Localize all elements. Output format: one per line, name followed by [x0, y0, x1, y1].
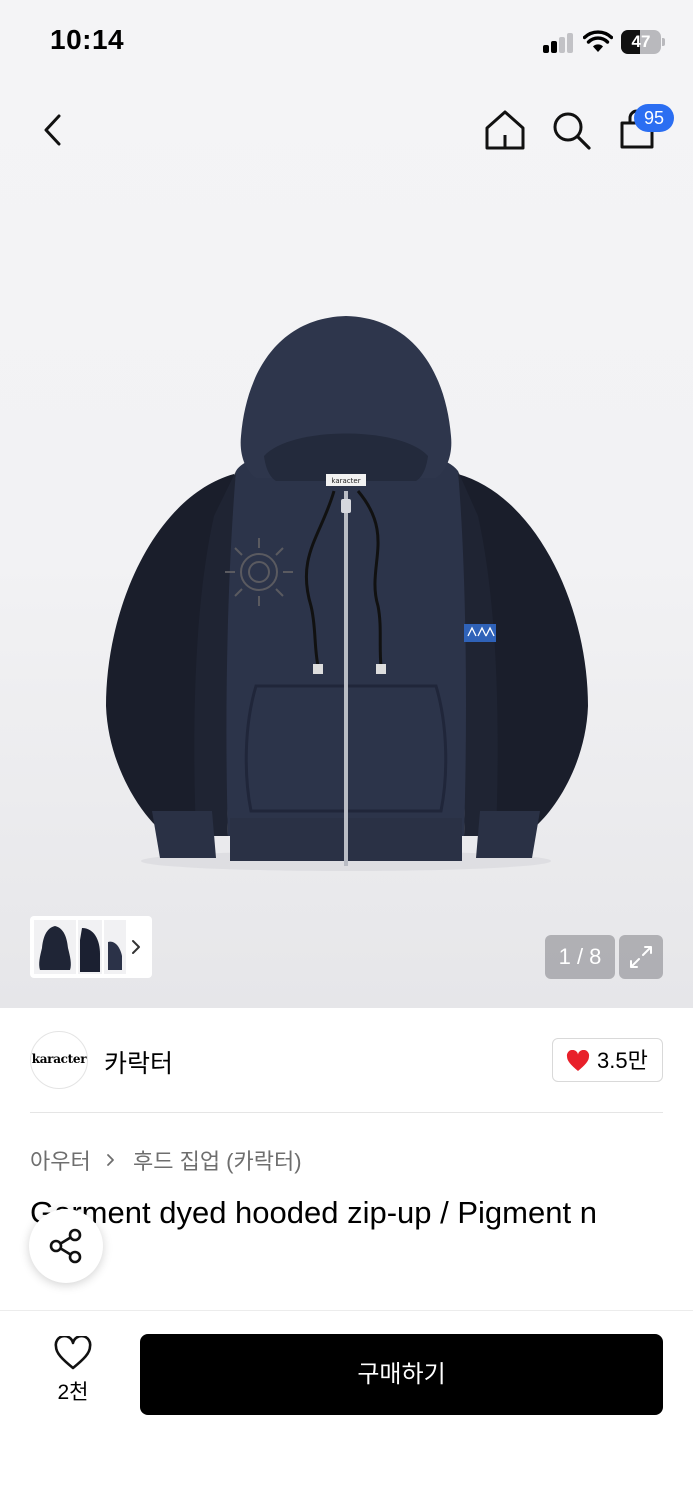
brand-logo-text: karacter [31, 1052, 87, 1066]
thumbnail-back[interactable] [104, 920, 126, 974]
status-time: 10:14 [50, 24, 125, 55]
share-icon [49, 1228, 82, 1264]
section-divider [30, 1112, 663, 1113]
wifi-icon [583, 30, 613, 52]
wishlist-button[interactable]: 2천 [40, 1336, 106, 1410]
heart-filled-icon [566, 1050, 590, 1071]
buy-button[interactable]: 구매하기 [140, 1334, 663, 1415]
battery-icon: 47 [621, 30, 665, 54]
expand-icon[interactable] [619, 935, 663, 979]
product-image[interactable]: karacter [96, 306, 596, 878]
chevron-right-icon[interactable] [128, 929, 144, 965]
chevron-right-icon [106, 1154, 114, 1166]
cart-count-badge: 95 [634, 104, 674, 132]
thumbnail-front[interactable] [34, 920, 76, 974]
thumbnail-strip[interactable] [30, 916, 152, 978]
brand-logo[interactable]: karacter [30, 1031, 88, 1089]
product-title: Garment dyed hooded zip-up / Pigment n [30, 1195, 597, 1230]
product-gallery[interactable]: 10:14 47 95 karacter 1 / 8 [0, 0, 693, 1008]
brand-like-button[interactable]: 3.5만 [552, 1038, 663, 1082]
thumbnail-side[interactable] [78, 920, 102, 974]
wishlist-count: 2천 [57, 1381, 89, 1404]
brand-name[interactable]: 카락터 [104, 1044, 173, 1080]
neck-label-text: karacter [331, 477, 360, 485]
home-icon[interactable] [482, 106, 528, 154]
brand-like-count: 3.5만 [597, 1048, 648, 1073]
back-arrow-icon[interactable] [30, 106, 76, 154]
product-detail-page: 10:14 47 95 karacter 1 / 8 karacter 카락터 … [0, 0, 693, 1500]
share-button[interactable] [29, 1209, 103, 1283]
bottom-bar-divider [0, 1310, 693, 1311]
heart-outline-icon [54, 1336, 92, 1370]
battery-level: 47 [631, 32, 651, 51]
status-bar: 10:14 47 [0, 0, 693, 88]
breadcrumb-category[interactable]: 아우터 [30, 1144, 91, 1176]
breadcrumb: 아우터 후드 집업 (카락터) [30, 1144, 302, 1176]
cellular-signal-icon [543, 33, 575, 53]
search-icon[interactable] [548, 106, 594, 154]
image-page-counter: 1 / 8 [545, 935, 615, 979]
breadcrumb-subcategory[interactable]: 후드 집업 (카락터) [133, 1144, 302, 1176]
